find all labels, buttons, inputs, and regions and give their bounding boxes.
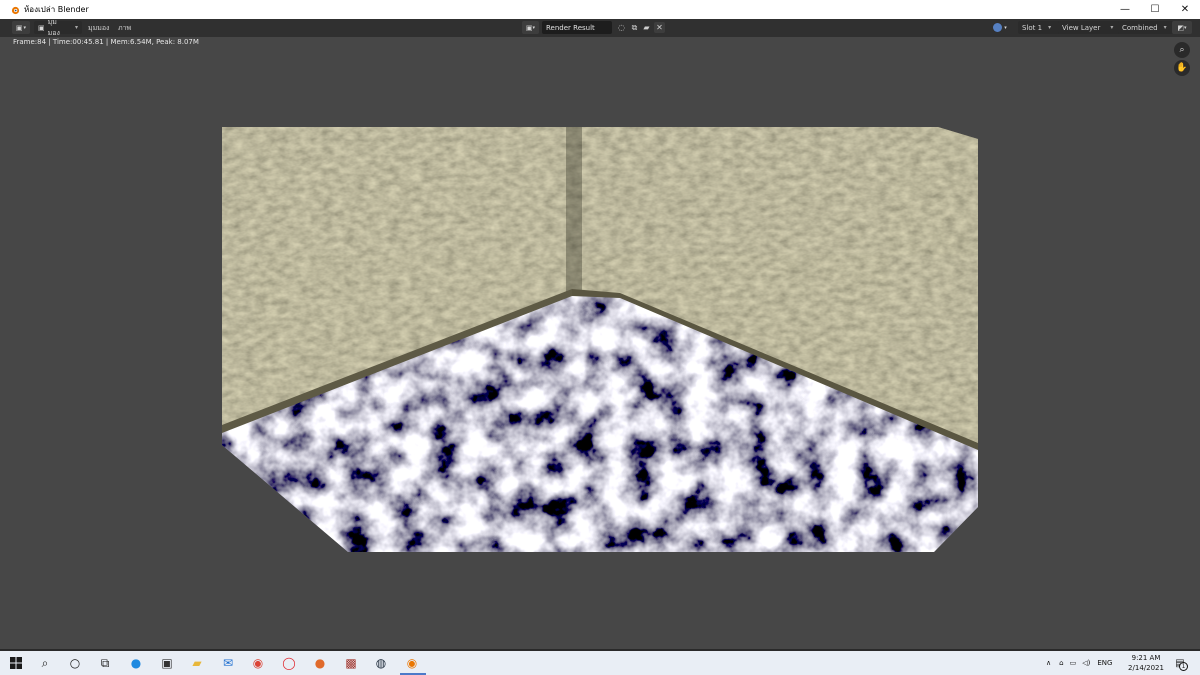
clock-date: 2/14/2021	[1128, 664, 1164, 672]
chevron-down-icon: ▾	[1004, 24, 1007, 31]
gizmo-toggle-button[interactable]: ◩ ▾	[1172, 21, 1192, 34]
view-mode-icon: ▣	[38, 23, 45, 32]
blender-taskbar-icon[interactable]: ◉	[404, 655, 420, 671]
task-view-icon[interactable]: ⧉	[97, 655, 113, 671]
window-controls: — ☐ ✕	[1110, 0, 1200, 19]
edge-browser-icon[interactable]: ●	[128, 655, 144, 671]
notifications-icon[interactable]: ▤1	[1172, 655, 1188, 671]
view-menu[interactable]: มุมมอง	[88, 23, 109, 34]
chevron-down-icon: ▾	[74, 24, 78, 31]
clock-time: 9:21 AM	[1131, 654, 1161, 662]
search-icon[interactable]: ⌕	[37, 655, 53, 671]
window-title-bar: ห้องเปล่า Blender — ☐ ✕	[0, 0, 1200, 19]
chevron-down-icon: ▾	[23, 24, 27, 31]
image-browse-icon: ▣	[525, 23, 533, 32]
taskbar-clock[interactable]: 9:21 AM 2/14/2021	[1124, 653, 1168, 673]
app-orange-icon[interactable]: ●	[312, 655, 328, 671]
editor-type-button[interactable]: ▣ ▾	[12, 21, 30, 34]
gizmo-icon: ◩	[1177, 23, 1185, 32]
view-mode-dropdown[interactable]: ▣ มุมมอง ▾	[34, 18, 82, 37]
chevron-down-icon: ▾	[1163, 24, 1167, 31]
image-editor-area[interactable]: Frame:84 | Time:00:45.81 | Mem:6.54M, Pe…	[0, 37, 1200, 649]
chevron-down-icon: ▾	[1048, 24, 1052, 31]
image-editor-header: ▣ ▾ ▣ มุมมอง ▾ มุมมอง ภาพ ▣ ▾ Render Resul…	[0, 18, 1200, 38]
close-image-icon[interactable]: ✕	[654, 22, 665, 33]
folder-icon[interactable]: ▰	[641, 22, 652, 33]
windows-taskbar: ⌕ ○ ⧉ ● ▣ ▰ ✉ ◉ ◯ ● ▩ ◍ ◉ ∧ ⌂ ▭ ◁) ENG 9…	[0, 651, 1200, 675]
store-icon[interactable]: ▣	[159, 655, 175, 671]
system-tray: ∧ ⌂ ▭ ◁) ENG	[1046, 651, 1112, 675]
render-pass-dropdown[interactable]: Combined ▾	[1118, 21, 1174, 34]
render-pass-label: Combined	[1122, 23, 1158, 32]
slot-label: Slot 1	[1022, 23, 1043, 32]
network-icon[interactable]: ▭	[1070, 659, 1077, 667]
maximize-button[interactable]: ☐	[1140, 0, 1170, 19]
image-menu[interactable]: ภาพ	[118, 23, 131, 34]
game-app-icon[interactable]: ▩	[343, 655, 359, 671]
start-windows-icon[interactable]	[8, 655, 24, 671]
image-name-field[interactable]: Render Result	[542, 21, 612, 34]
duplicate-icon[interactable]: ⧉	[629, 22, 640, 33]
display-channels-icon	[993, 23, 1003, 32]
display-channels-button[interactable]: ▾	[989, 21, 1011, 34]
chevron-up-icon[interactable]: ∧	[1046, 659, 1051, 667]
chevron-down-icon: ▾	[1110, 24, 1114, 31]
minimize-button[interactable]: —	[1110, 0, 1140, 19]
wall-corner	[566, 127, 582, 295]
chevron-down-icon: ▾	[1184, 24, 1187, 31]
mail-icon[interactable]: ✉	[220, 655, 236, 671]
chevron-down-icon: ▾	[532, 24, 536, 31]
view-mode-label: มุมมอง	[47, 17, 60, 37]
close-button[interactable]: ✕	[1170, 0, 1200, 19]
image-browse-button[interactable]: ▣ ▾	[522, 21, 539, 34]
notification-count: 1	[1179, 662, 1188, 671]
image-editor-icon: ▣	[15, 23, 23, 32]
window-title: ห้องเปล่า Blender	[24, 5, 89, 14]
opera-icon[interactable]: ◯	[281, 655, 297, 671]
shield-icon[interactable]: ◌	[616, 22, 627, 33]
cortana-icon[interactable]: ○	[67, 655, 83, 671]
chrome-icon[interactable]: ◉	[250, 655, 266, 671]
steam-icon[interactable]: ◍	[373, 655, 389, 671]
file-explorer-icon[interactable]: ▰	[189, 655, 205, 671]
blender-app-icon	[11, 6, 20, 14]
render-result-image	[222, 127, 978, 552]
language-indicator[interactable]: ENG	[1097, 659, 1112, 667]
view-layer-dropdown[interactable]: View Layer ▾	[1058, 21, 1126, 34]
volume-icon[interactable]: ◁)	[1082, 659, 1090, 667]
usb-icon[interactable]: ⌂	[1059, 659, 1063, 667]
view-layer-label: View Layer	[1062, 23, 1101, 32]
